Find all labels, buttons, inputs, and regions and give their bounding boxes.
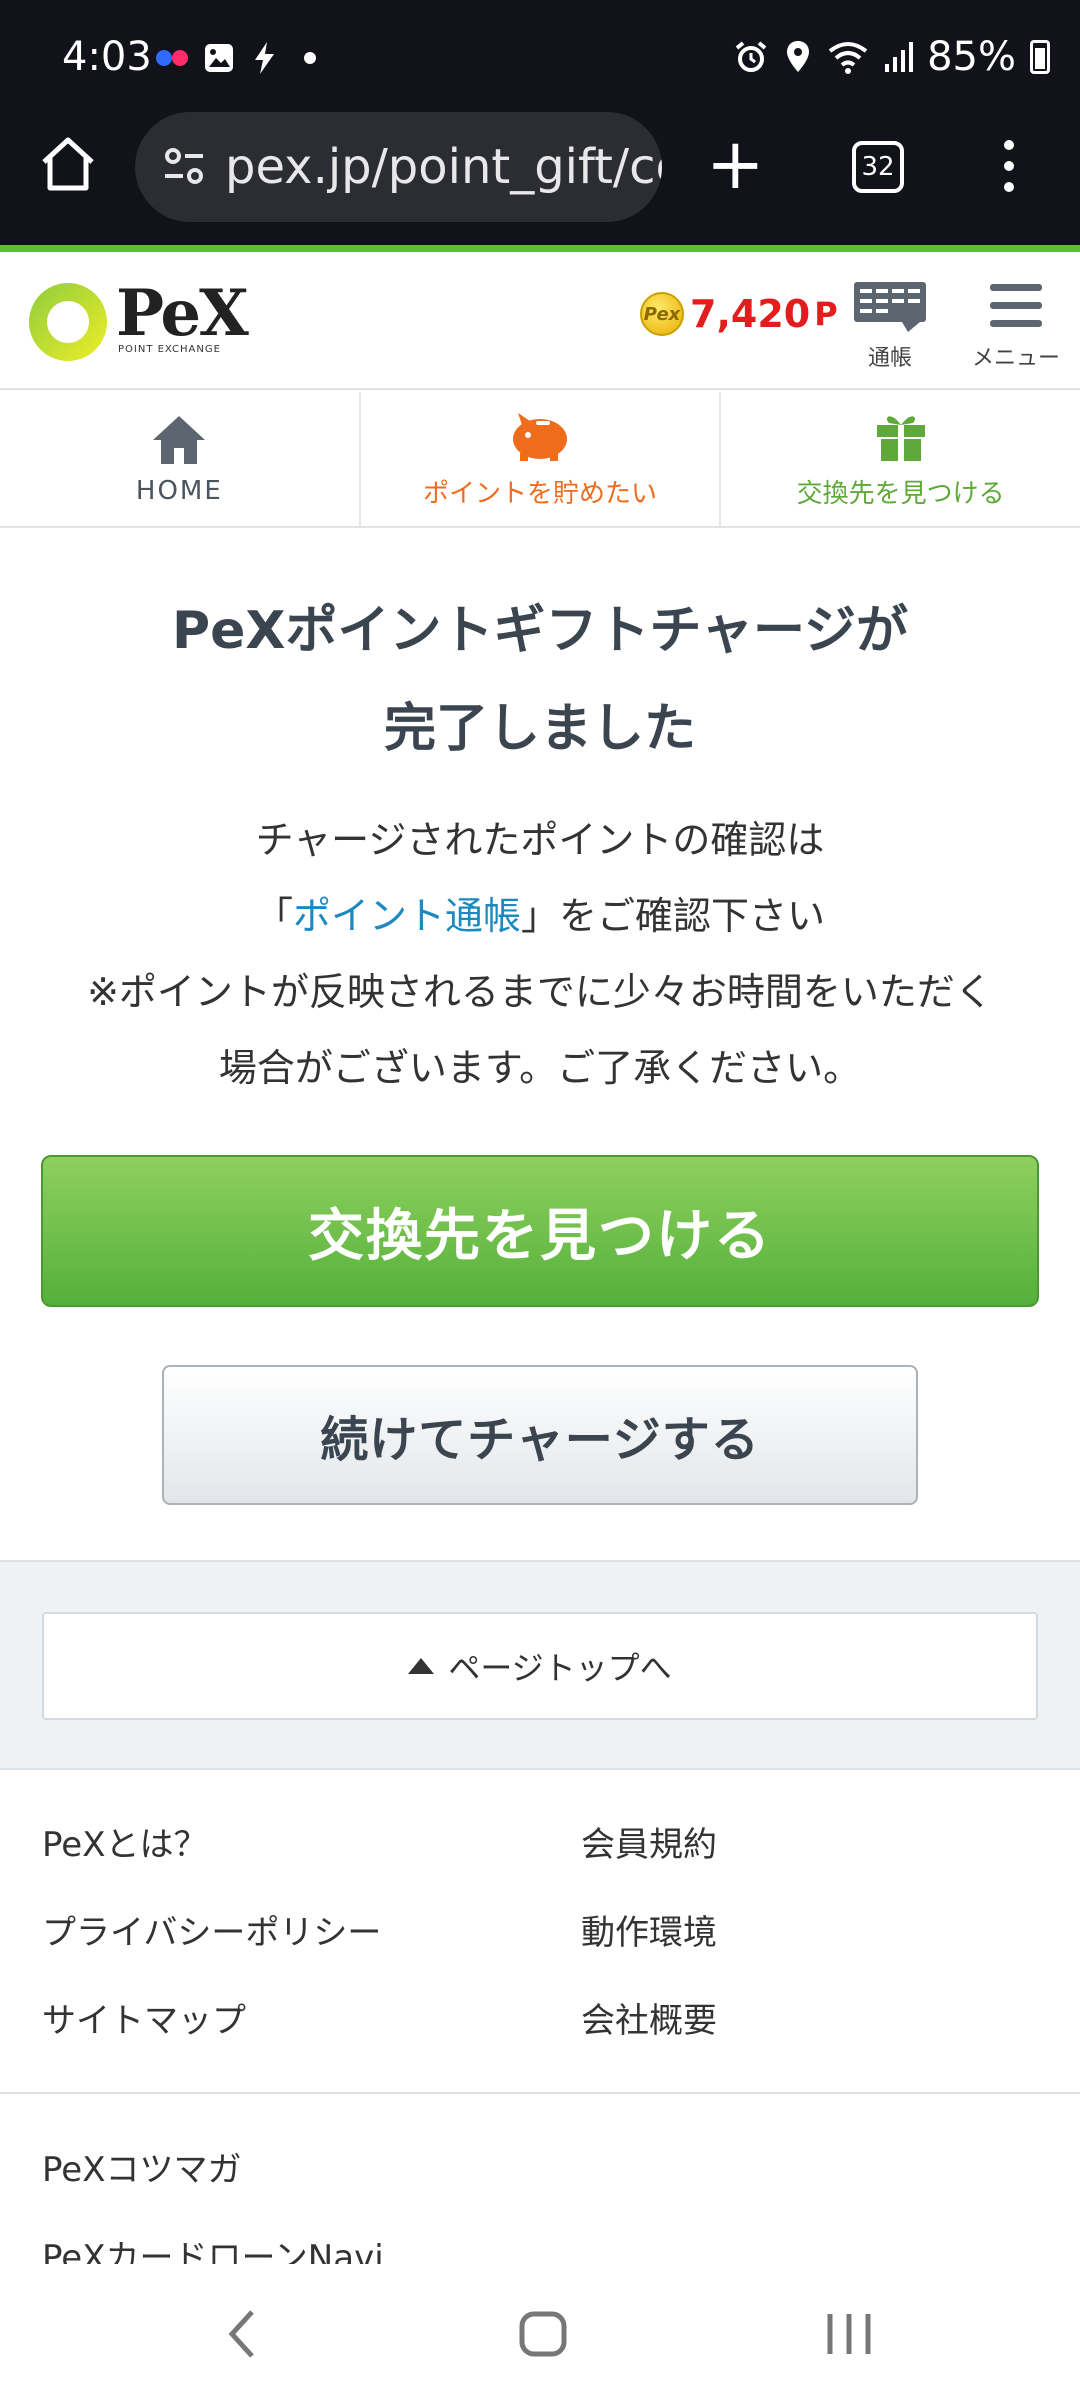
logo-subtitle: POINT EXCHANGE (118, 344, 221, 355)
piggy-bank-icon (513, 412, 567, 461)
footer-link-terms[interactable]: 会員規約 (581, 1817, 717, 1866)
pex-coin-icon: Pex (640, 292, 684, 336)
points-balance[interactable]: Pex 7,420 P (640, 292, 838, 336)
status-time: 4:03 (62, 34, 152, 80)
gallery-icon (205, 44, 233, 72)
main-nav: HOME ポイントを貯めたい 交換先を見つける (0, 392, 1080, 528)
url-text: pex.jp/point_gift/complete (225, 139, 662, 195)
status-bar: 4:03 85% (0, 0, 1080, 120)
footer-link-environment[interactable]: 動作環境 (581, 1905, 717, 1954)
nav-home-label: HOME (135, 476, 223, 506)
find-exchange-button[interactable]: 交換先を見つける (41, 1155, 1039, 1307)
page-load-line (0, 245, 1080, 252)
logo-text: PeX (116, 276, 249, 351)
menu-label: メニュー (972, 346, 1061, 371)
notification-dots-icon (156, 50, 188, 66)
footer-links: PeXとは？ 会員規約 プライバシーポリシー 動作環境 サイトマップ 会社概要 (0, 1772, 1080, 2094)
signal-icon (885, 42, 914, 72)
footer-media-links: PeXコツマガ PeXカードローンNavi (0, 2096, 1080, 2270)
page-title: PeXポイントギフトチャージが 完了しました (172, 601, 908, 759)
status-left-icons (156, 40, 316, 76)
address-bar[interactable]: pex.jp/point_gift/complete (135, 112, 662, 222)
footer-link-company[interactable]: 会社概要 (581, 1993, 717, 2042)
completion-message: チャージされたポイントの確認は 「ポイント通帳」をご確認下さい ※ポイントが反映… (87, 818, 993, 1090)
nav-find-label: 交換先を見つける (796, 478, 1005, 509)
battery-percent: 85% (927, 34, 1016, 80)
page-top-button[interactable]: ページトップへ (42, 1612, 1038, 1720)
gift-icon (876, 415, 925, 461)
menu-button[interactable]: メニュー (972, 280, 1060, 372)
home-icon[interactable] (36, 132, 100, 196)
triangle-up-icon (408, 1658, 435, 1674)
page-top-section: ページトップへ (0, 1560, 1080, 1770)
alarm-icon (735, 41, 767, 72)
tab-switcher-button[interactable]: 32 (852, 141, 904, 193)
site-header: PeX POINT EXCHANGE Pex 7,420 P 通帳 メニュー (0, 252, 1080, 390)
browser-menu-icon[interactable] (1004, 140, 1014, 192)
footer-link-kotsumaga[interactable]: PeXコツマガ (42, 2142, 242, 2191)
battery-icon (1030, 40, 1050, 74)
continue-charge-button[interactable]: 続けてチャージする (162, 1365, 918, 1505)
dot-icon (304, 52, 316, 64)
house-icon (153, 416, 206, 464)
footer-link-sitemap[interactable]: サイトマップ (42, 1993, 246, 2042)
back-icon[interactable] (222, 2306, 262, 2362)
bolt-icon (255, 42, 274, 74)
passbook-icon (854, 282, 926, 332)
footer-link-about[interactable]: PeXとは？ (42, 1817, 208, 1866)
home-circle-icon[interactable] (518, 2306, 568, 2362)
hamburger-icon (990, 284, 1042, 327)
new-tab-button[interactable]: + (706, 129, 765, 199)
passbook-label: 通帳 (867, 346, 912, 371)
system-navigation-bar (0, 2264, 1080, 2400)
passbook-button[interactable]: 通帳 (852, 280, 928, 372)
points-unit: P (814, 295, 838, 333)
points-value: 7,420 (690, 292, 811, 336)
nav-save-label: ポイントを貯めたい (423, 478, 658, 509)
logo-ring-icon (29, 283, 107, 361)
wifi-icon (828, 42, 868, 74)
main-content: PeXポイントギフトチャージが 完了しました チャージされたポイントの確認は 「… (0, 530, 1080, 1505)
footer-link-privacy[interactable]: プライバシーポリシー (42, 1905, 381, 1954)
recents-icon[interactable] (824, 2306, 874, 2362)
page-top-label: ページトップへ (448, 1649, 672, 1687)
nav-find-exchange[interactable]: 交換先を見つける (721, 392, 1080, 526)
status-right: 85% (733, 34, 1050, 80)
site-settings-icon[interactable] (161, 144, 207, 190)
nav-home[interactable]: HOME (0, 392, 361, 526)
nav-save-points[interactable]: ポイントを貯めたい (361, 392, 722, 526)
location-icon (787, 41, 810, 72)
passbook-link[interactable]: ポイント通帳 (293, 894, 521, 938)
